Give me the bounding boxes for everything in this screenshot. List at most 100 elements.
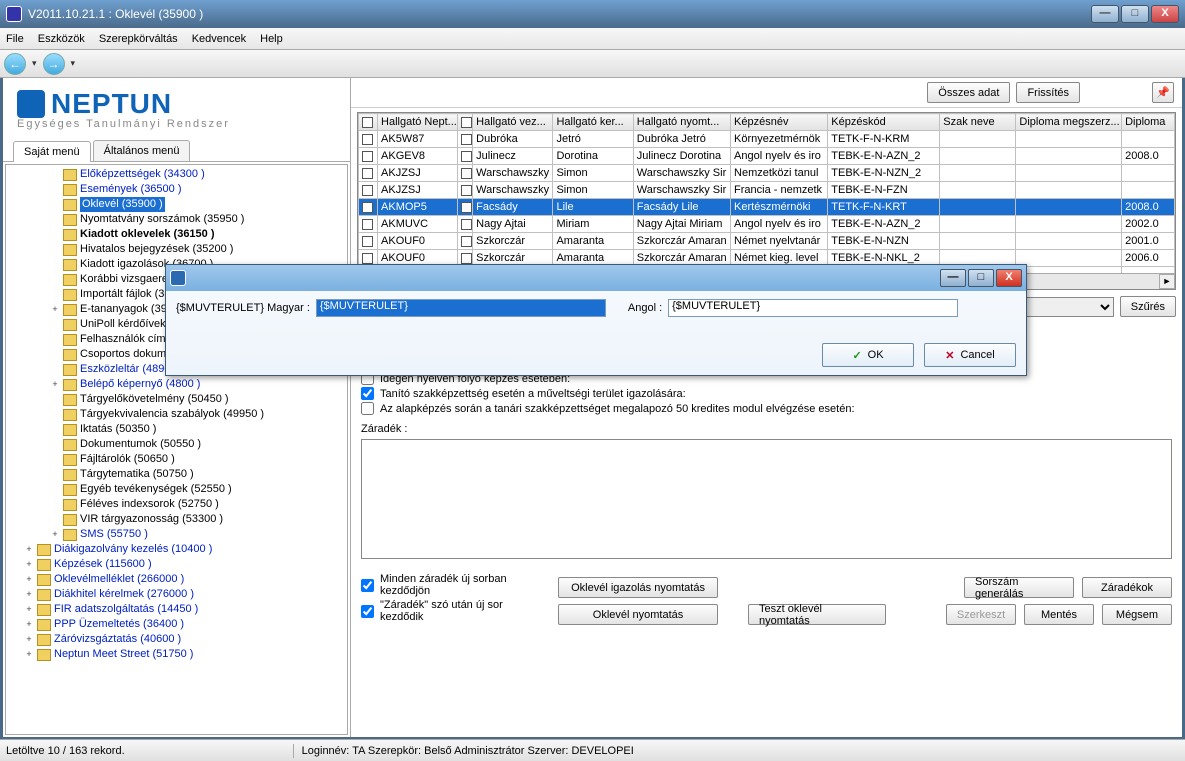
forward-button[interactable]: → [43,53,65,75]
app-icon [6,6,22,22]
all-data-button[interactable]: Összes adat [927,82,1010,103]
save-button[interactable]: Mentés [1024,604,1094,625]
tree-item[interactable]: +Belépő képernyő (4800 ) [10,377,345,392]
tree-item[interactable]: +Diákhitel kérelmek (276000 ) [10,587,345,602]
tab-general-menu[interactable]: Általános menü [93,140,191,161]
label-ujsor: Minden záradék új sorban kezdődjön [380,573,528,597]
filter-button[interactable]: Szűrés [1120,296,1176,317]
scroll-right[interactable]: ► [1159,274,1175,289]
dialog-label-magyar: {$MUVTERULET} Magyar : [176,302,310,314]
menu-tabs: Saját menü Általános menü [3,140,350,162]
tree-item[interactable]: +PPP Üzemeltetés (36400 ) [10,617,345,632]
dialog-titlebar: — □ X [166,265,1026,291]
check-zaradek-ujsor[interactable] [361,605,374,618]
tree-item[interactable]: Tárgytematika (50750 ) [10,467,345,482]
zaradek-textarea[interactable] [361,439,1172,559]
tree-item[interactable]: Iktatás (50350 ) [10,422,345,437]
bottom-form: Korábbi tanulmányok beszámításakor ugyan… [351,317,1182,737]
left-panel: NEPTUN Egységes Tanulmányi Rendszer Sajá… [3,78,351,737]
check-icon: ✓ [852,349,861,362]
sorszam-button[interactable]: Sorszám generálás [964,577,1074,598]
tree-item[interactable]: +Oklevélmelléklet (266000 ) [10,572,345,587]
dialog-minimize[interactable]: — [940,269,966,287]
table-row[interactable]: AKMUVCNagy AjtaiMiriamNagy Ajtai MiriamA… [359,216,1175,233]
window-title: V2011.10.21.1 : Oklevél (35900 ) [28,7,203,21]
tab-own-menu[interactable]: Saját menü [13,141,91,162]
cross-icon: ✕ [945,349,954,362]
tree-item[interactable]: Kiadott oklevelek (36150 ) [10,227,345,242]
zaradekok-button[interactable]: Záradékok [1082,577,1172,598]
tree-item[interactable]: Fájltárolók (50650 ) [10,452,345,467]
menu-role[interactable]: Szerepkörváltás [99,33,178,45]
tree-item[interactable]: +Diákigazolvány kezelés (10400 ) [10,542,345,557]
dialog-ok-label: OK [868,349,884,361]
tree-item[interactable]: +FIR adatszolgáltatás (14450 ) [10,602,345,617]
tree-item[interactable]: Események (36500 ) [10,182,345,197]
back-dropdown[interactable]: ▾ [32,58,37,69]
nav-toolbar: ← ▾ → ▾ [0,50,1185,78]
tree-item[interactable]: +SMS (55750 ) [10,527,345,542]
zaradek-label: Záradék : [361,423,407,435]
refresh-button[interactable]: Frissítés [1016,82,1080,103]
dialog-label-angol: Angol : [628,302,662,314]
dialog-input-angol[interactable]: {$MUVTERULET} [668,299,958,317]
table-row[interactable]: AKJZSJWarschawszkySimonWarschawszky SirF… [359,182,1175,199]
right-panel: Összes adat Frissítés 📌 Hallgató Nept...… [351,78,1182,737]
tree-item[interactable]: +Képzések (115600 ) [10,557,345,572]
tree-item[interactable]: Nyomtatvány sorszámok (35950 ) [10,212,345,227]
menu-tools[interactable]: Eszközök [38,33,85,45]
tree-item[interactable]: +Záróvizsgáztatás (40600 ) [10,632,345,647]
menu-help[interactable]: Help [260,33,283,45]
minimize-button[interactable]: — [1091,5,1119,23]
close-button[interactable]: X [1151,5,1179,23]
print-oklevel-button[interactable]: Oklevél nyomtatás [558,604,718,625]
table-row[interactable]: AKJZSJWarschawszkySimonWarschawszky SirN… [359,165,1175,182]
dialog-maximize[interactable]: □ [968,269,994,287]
dialog-icon [170,270,186,286]
check-ujsor[interactable] [361,579,374,592]
tree-item[interactable]: Előképzettségek (34300 ) [10,167,345,182]
logo-subtitle: Egységes Tanulmányi Rendszer [17,118,336,130]
edit-button[interactable]: Szerkeszt [946,604,1016,625]
status-right: Loginnév: TA Szerepkör: Belső Adminisztr… [302,745,634,757]
status-left: Letöltve 10 / 163 rekord. [6,745,125,757]
dialog-input-magyar[interactable]: {$MUVTERULET} [316,299,606,317]
print-igazolas-button[interactable]: Oklevél igazolás nyomtatás [558,577,718,598]
tree-item[interactable]: Oklevél (35900 ) [10,197,345,212]
logo-icon [17,90,45,118]
tree-item[interactable]: Tárgyekvivalencia szabályok (49950 ) [10,407,345,422]
logo-text: NEPTUN [51,88,172,120]
maximize-button[interactable]: □ [1121,5,1149,23]
logo-area: NEPTUN Egységes Tanulmányi Rendszer [3,78,350,134]
tree-item[interactable]: +Neptun Meet Street (51750 ) [10,647,345,662]
tree-item[interactable]: Féléves indexsorok (52750 ) [10,497,345,512]
dialog-cancel-button[interactable]: ✕ Cancel [924,343,1016,367]
tree-item[interactable]: Egyéb tevékenységek (52550 ) [10,482,345,497]
status-bar: Letöltve 10 / 163 rekord. Loginnév: TA S… [0,739,1185,761]
table-row[interactable]: AK5W87DubrókaJetróDubróka JetróKörnyezet… [359,131,1175,148]
tree-item[interactable]: VIR tárgyazonosság (53300 ) [10,512,345,527]
menu-fav[interactable]: Kedvencek [192,33,246,45]
menu-tree[interactable]: Előképzettségek (34300 )Események (36500… [5,164,348,735]
forward-dropdown[interactable]: ▾ [71,58,76,69]
dialog-cancel-label: Cancel [960,349,994,361]
label-alapkepzes: Az alapképzés során a tanári szakképzett… [380,403,855,415]
window-titlebar: V2011.10.21.1 : Oklevél (35900 ) — □ X [0,0,1185,28]
check-tanito[interactable] [361,387,374,400]
tree-item[interactable]: Tárgyelőkövetelmény (50450 ) [10,392,345,407]
table-row[interactable]: AKMOP5FacsádyLileFacsády LileKertészmérn… [359,199,1175,216]
cancel-button[interactable]: Mégsem [1102,604,1172,625]
pin-icon[interactable]: 📌 [1152,82,1174,103]
back-button[interactable]: ← [4,53,26,75]
tree-item[interactable]: Dokumentumok (50550 ) [10,437,345,452]
label-tanito: Tanító szakképzettség esetén a műveltség… [380,388,686,400]
tree-item[interactable]: Hivatalos bejegyzések (35200 ) [10,242,345,257]
menubar: File Eszközök Szerepkörváltás Kedvencek … [0,28,1185,50]
check-alapkepzes[interactable] [361,402,374,415]
table-row[interactable]: AKOUF0SzkorczárAmarantaSzkorczár AmaranN… [359,233,1175,250]
dialog-ok-button[interactable]: ✓ OK [822,343,914,367]
table-row[interactable]: AKGEV8JulineczDorotinaJulinecz DorotinaA… [359,148,1175,165]
dialog-close[interactable]: X [996,269,1022,287]
menu-file[interactable]: File [6,33,24,45]
print-test-button[interactable]: Teszt oklevél nyomtatás [748,604,886,625]
